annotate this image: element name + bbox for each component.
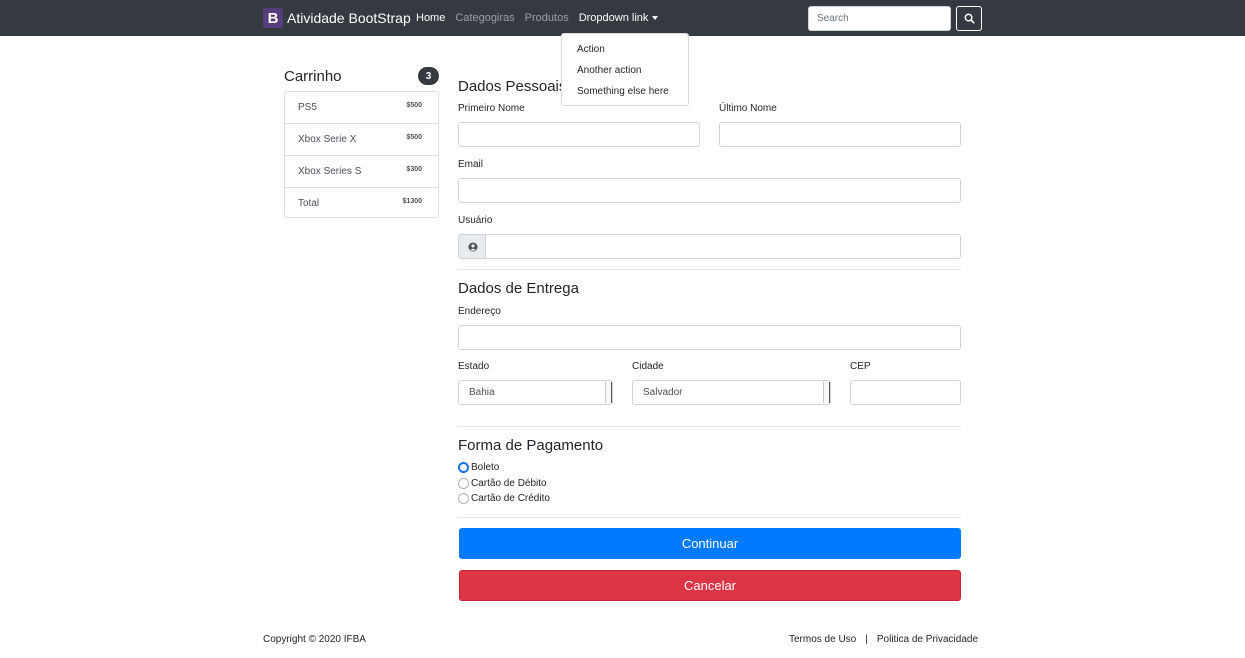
address-label: Endereço [458, 306, 501, 317]
cart-total-row: Total $1300 [285, 188, 438, 220]
cart-title: Carrinho [284, 68, 342, 85]
select-arrow-icon [823, 382, 830, 403]
caret-down-icon [652, 16, 659, 21]
bootstrap-logo-icon: B [263, 8, 283, 28]
user-input[interactable] [485, 234, 961, 259]
cart-item-name: PS5 [298, 102, 317, 113]
brand[interactable]: B Atividade BootStrap [263, 8, 411, 28]
delivery-data-title: Dados de Entrega [458, 280, 579, 297]
radio-unchecked[interactable] [458, 493, 469, 504]
navbar: B Atividade BootStrap Home Categogiras P… [0, 0, 1245, 36]
radio-checked[interactable] [458, 462, 469, 473]
user-circle-icon [468, 242, 477, 251]
terms-link[interactable]: Termos de Uso [789, 634, 856, 645]
cep-label: CEP [850, 361, 871, 372]
email-label: Email [458, 159, 484, 170]
state-select[interactable]: Bahia [458, 380, 613, 405]
divider [458, 517, 961, 518]
search-icon [964, 13, 974, 24]
dropdown-link-label: Dropdown link [578, 12, 649, 24]
cart-count-badge: 3 [418, 67, 439, 85]
dropdown-menu: Action Another action Something else her… [561, 33, 689, 106]
cart-item-name: Xbox Serie X [298, 134, 357, 145]
address-input[interactable] [458, 325, 961, 350]
personal-data-title: Dados Pessoais [458, 78, 567, 95]
select-arrow-icon [605, 382, 612, 403]
state-select-value: Bahia [469, 387, 495, 398]
city-select-value: Salvador [643, 387, 683, 398]
payment-option-label: Cartão de Débito [471, 478, 547, 489]
divider [458, 269, 961, 270]
cancel-button[interactable]: Cancelar [459, 570, 961, 601]
radio-unchecked[interactable] [458, 478, 469, 489]
email-input[interactable] [458, 178, 961, 203]
cart-item: PS5 $500 [285, 92, 438, 124]
cart-item-price: $500 [406, 102, 422, 109]
last-name-label: Último Nome [719, 103, 777, 114]
payment-option-boleto[interactable]: Boleto [458, 462, 499, 473]
payment-title: Forma de Pagamento [458, 437, 604, 454]
cart-item-price: $300 [406, 166, 422, 173]
cart-list: PS5 $500 Xbox Serie X $500 Xbox Series S… [284, 91, 439, 218]
continue-button[interactable]: Continuar [459, 528, 961, 559]
last-name-input[interactable] [719, 122, 961, 147]
cart-item-name: Xbox Series S [298, 166, 362, 177]
payment-option-credit[interactable]: Cartão de Crédito [458, 493, 550, 504]
nav-links: Home Categogiras Produtos Dropdown link [416, 12, 668, 24]
first-name-label: Primeiro Nome [458, 103, 525, 114]
payment-option-debit[interactable]: Cartão de Débito [458, 478, 547, 489]
copyright-text: Copyright © 2020 IFBA [263, 634, 366, 645]
cep-input[interactable] [850, 380, 961, 405]
state-label: Estado [458, 361, 490, 372]
nav-home-link[interactable]: Home [416, 12, 445, 24]
cart-total-price: $1300 [402, 198, 422, 205]
privacy-link[interactable]: Politica de Privacidade [877, 634, 978, 645]
payment-option-label: Cartão de Crédito [471, 493, 550, 504]
footer-links: Termos de Uso | Politica de Privacidade [789, 634, 978, 645]
city-label: Cidade [632, 361, 664, 372]
dropdown-item-action[interactable]: Action [577, 44, 605, 55]
payment-option-label: Boleto [471, 462, 500, 473]
city-select[interactable]: Salvador [632, 380, 831, 405]
dropdown-item-something-else[interactable]: Something else here [577, 86, 669, 97]
cart-item: Xbox Series S $300 [285, 156, 438, 188]
footer-separator: | [865, 634, 868, 645]
user-addon [458, 234, 486, 259]
brand-text: Atividade BootStrap [287, 10, 411, 26]
nav-categories-link[interactable]: Categogiras [455, 12, 514, 24]
search-input[interactable] [808, 6, 951, 31]
divider [458, 426, 961, 427]
first-name-input[interactable] [458, 122, 700, 147]
cart-item: Xbox Serie X $500 [285, 124, 438, 156]
dropdown-item-another-action[interactable]: Another action [577, 65, 642, 76]
user-label: Usuário [458, 215, 493, 226]
cart-total-label: Total [298, 198, 320, 209]
cart-item-price: $500 [406, 134, 422, 141]
search-button[interactable] [956, 6, 982, 31]
nav-dropdown-link[interactable]: Dropdown link [579, 12, 659, 24]
nav-products-link[interactable]: Produtos [525, 12, 569, 24]
